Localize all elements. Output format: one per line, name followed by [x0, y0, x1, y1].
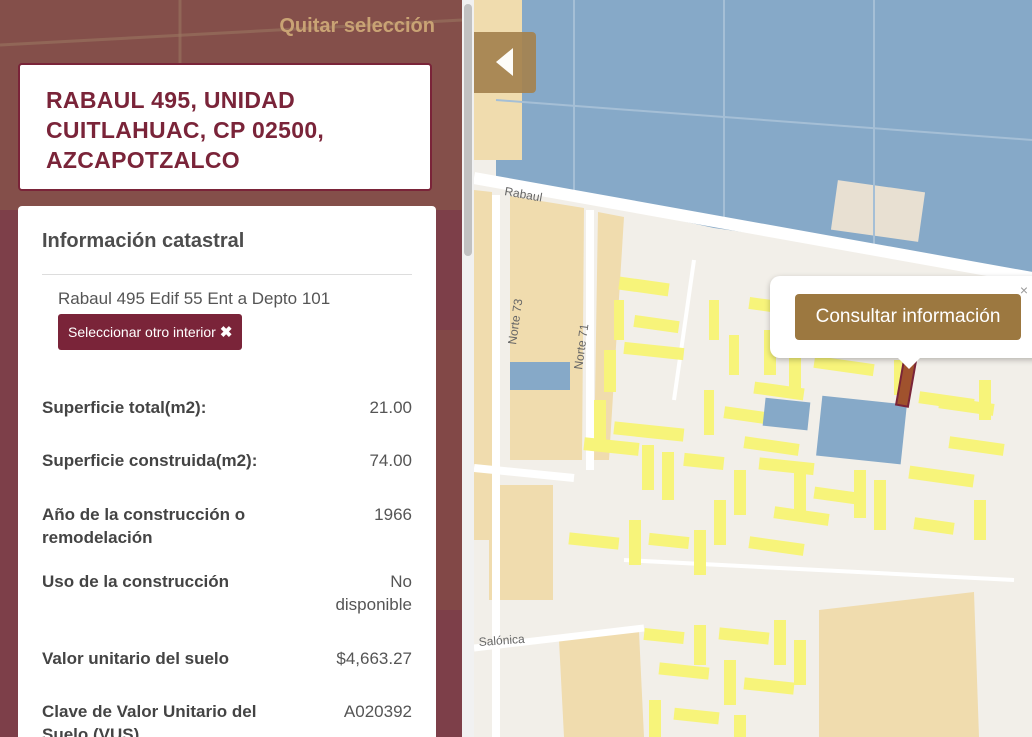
info-title: Información catastral — [42, 230, 245, 252]
popup-close-icon[interactable]: × — [1020, 282, 1028, 298]
row-label: Año de la construcción o remodelación — [42, 505, 246, 547]
row-label: Superficie total(m2): — [42, 398, 207, 417]
close-x-icon: ✖ — [219, 324, 233, 341]
cadastral-info-card: Información catastral Rabaul 495 Edif 55… — [18, 206, 436, 737]
panel-scrollbar[interactable] — [462, 0, 474, 737]
address-title: RABAUL 495, UNIDAD CUITLAHUAC, CP 02500,… — [46, 87, 325, 173]
info-row-total-area: Superficie total(m2): 21.00 — [42, 396, 412, 419]
divider — [42, 274, 412, 275]
row-label: Uso de la construcción — [42, 572, 230, 591]
map-view[interactable]: Rabaul Norte 73 Norte 71 Salónica × Cons… — [474, 0, 1032, 737]
scrollbar-thumb[interactable] — [464, 4, 472, 256]
map-canvas[interactable]: Rabaul Norte 73 Norte 71 Salónica — [474, 0, 1032, 737]
row-label: Valor unitario del suelo — [42, 649, 230, 668]
row-label: Clave de Valor Unitario del Suelo (VUS) — [42, 702, 257, 737]
select-other-interior-label: Seleccionar otro interior — [68, 324, 216, 340]
info-row-land-unit-value: Valor unitario del suelo $4,663.27 — [42, 647, 412, 670]
info-row-built-area: Superficie construida(m2): 74.00 — [42, 449, 412, 472]
interior-label: Rabaul 495 Edif 55 Ent a Depto 101 — [58, 289, 331, 308]
side-panel: Quitar selección RABAUL 495, UNIDAD CUIT… — [0, 0, 462, 737]
row-value: $4,663.27 — [336, 649, 412, 668]
info-row-construction-use: Uso de la construcción No disponible — [42, 570, 412, 616]
row-label: Superficie construida(m2): — [42, 451, 258, 470]
select-other-interior-button[interactable]: Seleccionar otro interior ✖ — [58, 314, 243, 350]
row-value: A020392 — [343, 702, 412, 721]
clear-selection-link[interactable]: Quitar selección — [279, 15, 435, 38]
info-row-construction-year: Año de la construcción o remodelación 19… — [42, 503, 412, 549]
row-value: No disponible — [335, 572, 412, 614]
row-value: 21.00 — [369, 398, 412, 417]
consult-info-button[interactable]: Consultar información — [795, 294, 1021, 340]
row-value: 1966 — [374, 505, 412, 524]
row-value: 74.00 — [369, 451, 412, 470]
collapse-panel-button[interactable] — [474, 32, 536, 93]
map-popup: × Consultar información — [770, 276, 1032, 369]
info-row-vus-key: Clave de Valor Unitario del Suelo (VUS) … — [42, 700, 412, 737]
address-card: RABAUL 495, UNIDAD CUITLAHUAC, CP 02500,… — [18, 63, 432, 191]
